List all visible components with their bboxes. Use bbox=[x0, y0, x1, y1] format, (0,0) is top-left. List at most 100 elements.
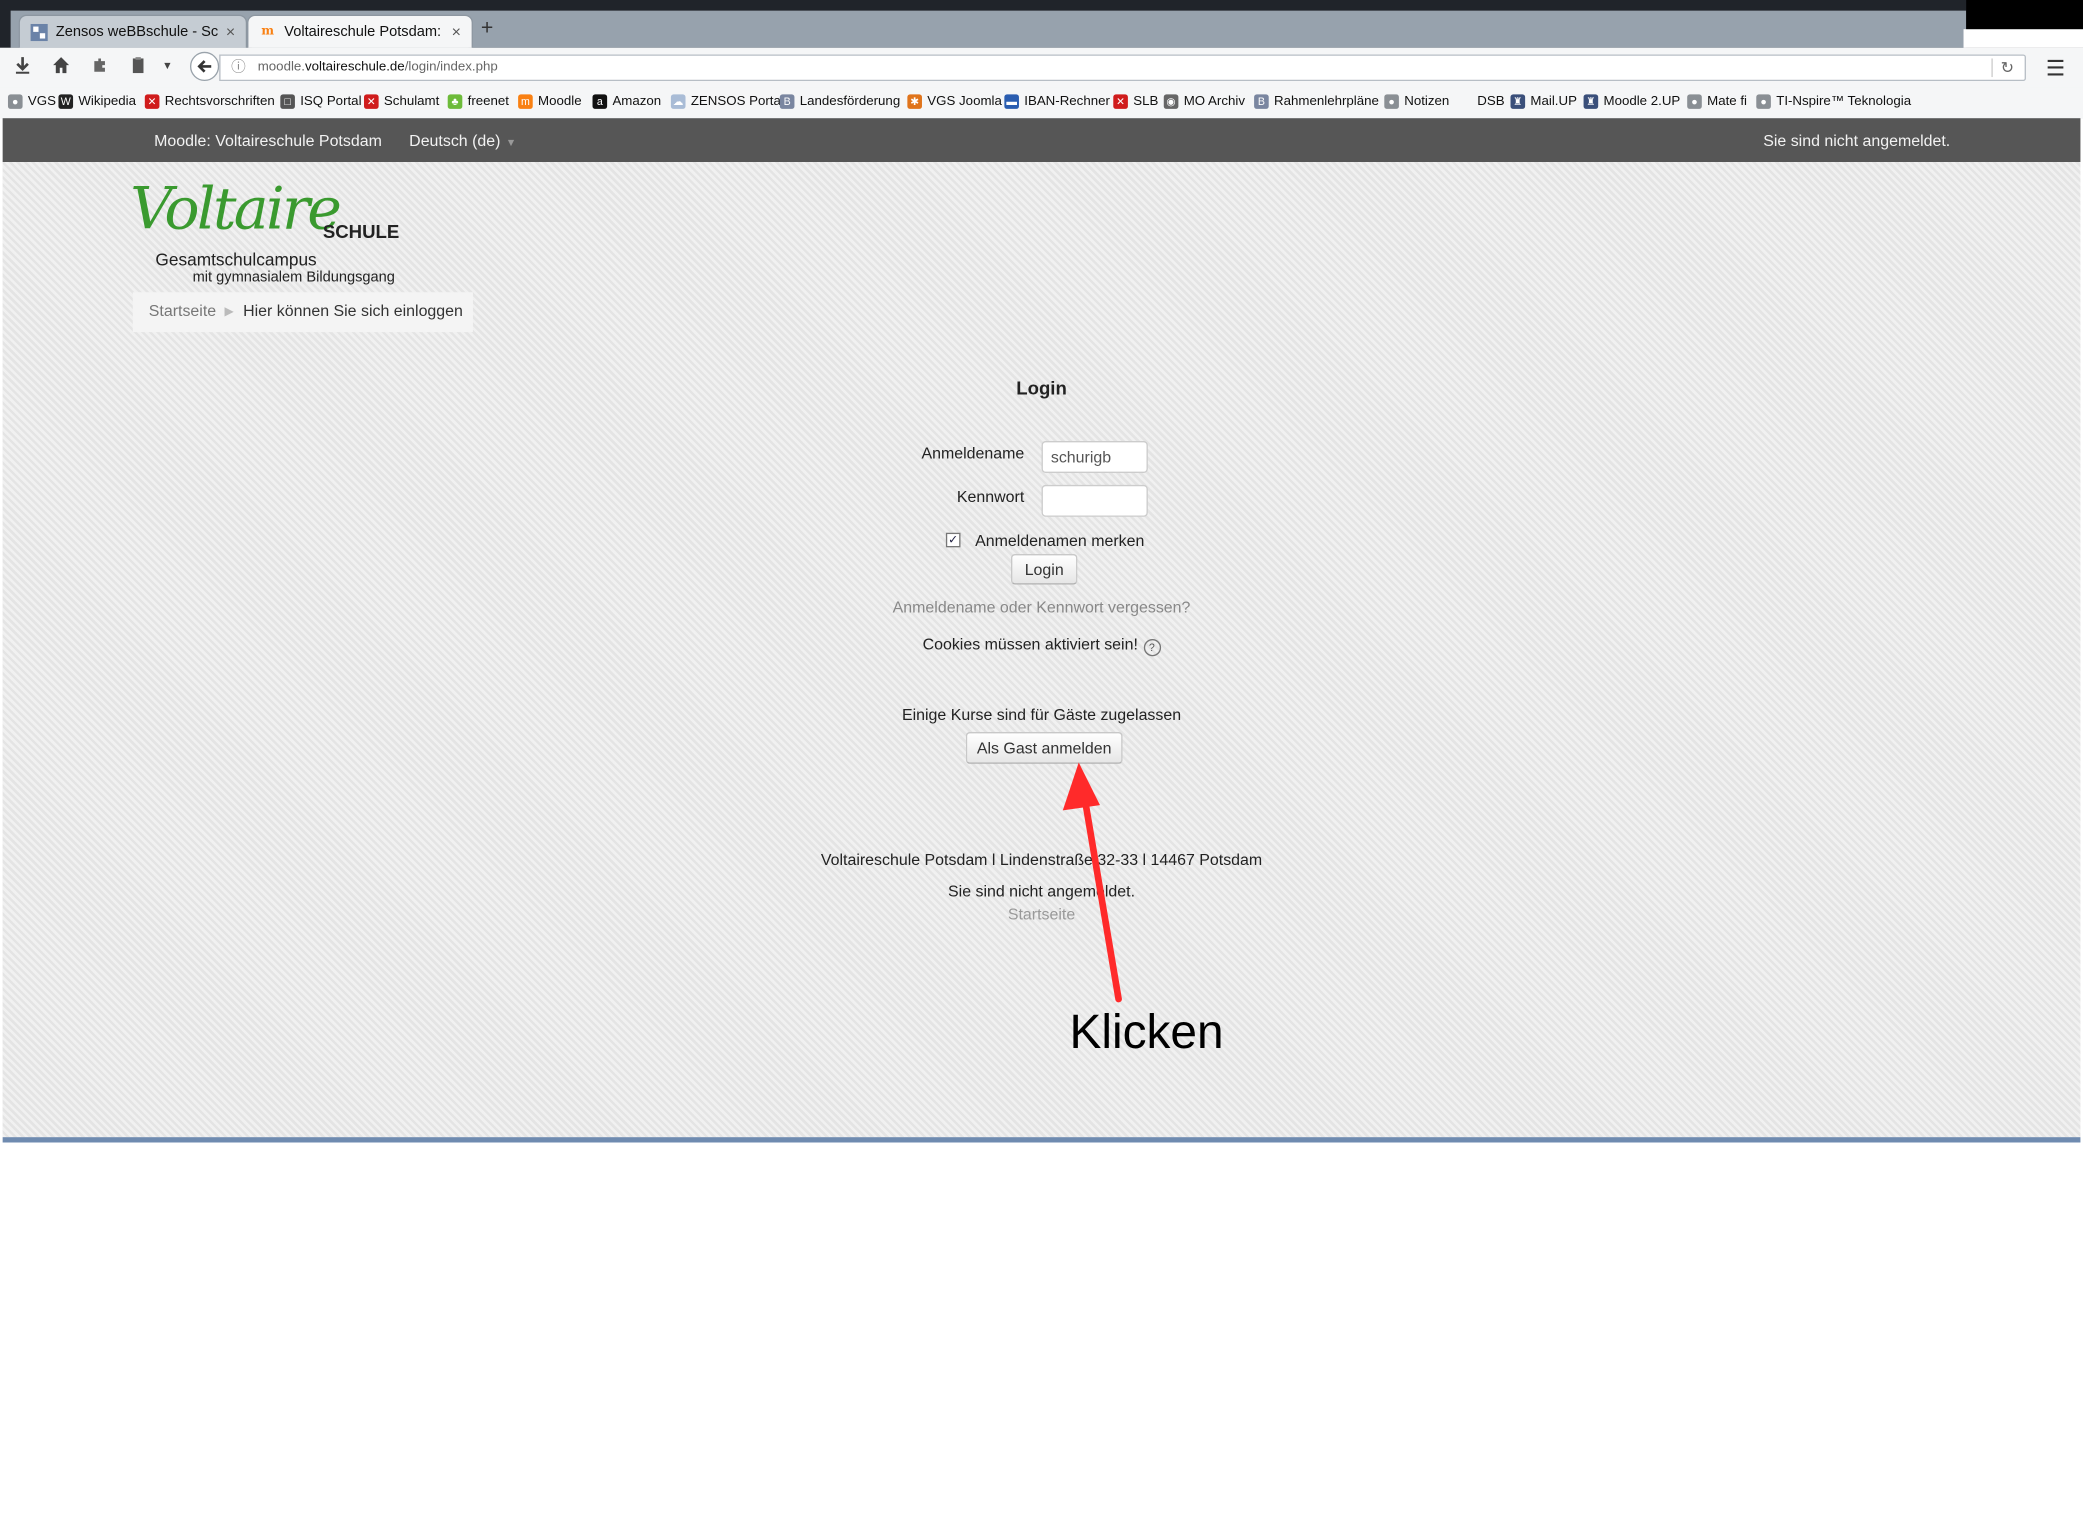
bookmark-label: DSB bbox=[1477, 94, 1505, 109]
bookmark-label: Mail.UP bbox=[1530, 94, 1577, 109]
bookmark-label: Rechtsvorschriften bbox=[164, 94, 275, 109]
navigation-bar: ▼ ⓘ moodle.voltaireschule.de/login/index… bbox=[0, 47, 2083, 88]
url-text: moodle.voltaireschule.de/login/index.php bbox=[257, 59, 498, 75]
remember-username-label[interactable]: Anmeldenamen merken bbox=[975, 531, 1144, 550]
zensos-favicon-icon bbox=[30, 23, 48, 41]
logo-line-1: Gesamtschulcampus bbox=[155, 249, 317, 270]
info-icon[interactable]: ⓘ bbox=[231, 56, 246, 80]
tab-close-icon[interactable]: × bbox=[452, 23, 461, 42]
tab-zensos[interactable]: Zensos weBBschule - Schül... × bbox=[18, 14, 248, 48]
bookmark-item[interactable]: B Landesförderung bbox=[779, 94, 900, 109]
logo-line-2: mit gymnasialem Bildungsgang bbox=[192, 269, 395, 286]
bbb-icon: B bbox=[779, 94, 795, 109]
page-content: Voltaire SCHULE Gesamtschulcampus mit gy… bbox=[2, 162, 2081, 1138]
site-name-link[interactable]: Moodle: Voltaireschule Potsdam bbox=[154, 132, 382, 151]
bookmark-label: Moodle bbox=[538, 94, 582, 109]
bookmark-item[interactable]: m Moodle bbox=[518, 94, 582, 109]
bookmark-item[interactable]: B Rahmenlehrpläne bbox=[1254, 94, 1379, 109]
bank-icon: ▬ bbox=[1004, 94, 1019, 109]
username-label: Anmeldename bbox=[921, 443, 1025, 463]
moodle-navbar: Moodle: Voltaireschule Potsdam Deutsch (… bbox=[2, 118, 2081, 163]
password-input[interactable] bbox=[1041, 484, 1148, 517]
bookmark-item[interactable]: ♜ Mail.UP bbox=[1510, 94, 1577, 109]
tab-bar: Zensos weBBschule - Schül... × m Voltair… bbox=[0, 0, 2083, 48]
bookmark-item[interactable]: ● Notizen bbox=[1384, 94, 1449, 109]
help-icon[interactable]: ? bbox=[1143, 639, 1161, 657]
footer-address: Voltaireschule Potsdam l Lindenstraße 32… bbox=[820, 850, 1263, 869]
red-square-icon: ✕ bbox=[364, 94, 379, 109]
home-icon[interactable] bbox=[49, 56, 73, 79]
bbb-icon: B bbox=[1254, 94, 1269, 109]
bookmark-label: VGS Joomla bbox=[927, 94, 1002, 109]
window-corner bbox=[1966, 0, 2083, 30]
new-tab-button[interactable]: + bbox=[481, 17, 493, 41]
login-status: Sie sind nicht angemeldet. bbox=[1763, 131, 1951, 151]
back-arrow-icon bbox=[197, 60, 212, 73]
language-menu[interactable]: Deutsch (de) ▼ bbox=[409, 132, 516, 151]
address-bar[interactable]: ⓘ moodle.voltaireschule.de/login/index.p… bbox=[219, 54, 2026, 82]
bookmark-label: MO Archiv bbox=[1183, 94, 1245, 109]
bookmark-item[interactable]: ✕ Schulamt bbox=[364, 94, 439, 109]
cloud-icon: ☁ bbox=[670, 94, 686, 109]
bookmark-item[interactable]: ● Mate fi bbox=[1687, 94, 1747, 109]
bookmark-item[interactable]: ✕ SLB bbox=[1113, 94, 1158, 109]
addon-icon[interactable] bbox=[88, 56, 112, 79]
hamburger-menu-icon[interactable]: ☰ bbox=[2046, 56, 2065, 83]
forgot-password-link[interactable]: Anmeldename oder Kennwort vergessen? bbox=[3, 598, 2081, 617]
footer-home-link[interactable]: Startseite bbox=[3, 905, 2081, 924]
bookmark-item[interactable]: ◉ MO Archiv bbox=[1163, 94, 1245, 109]
moodle-icon: m bbox=[518, 94, 533, 109]
bookmark-item[interactable]: ♜ Moodle 2.UP bbox=[1583, 94, 1681, 109]
castle-icon: ♜ bbox=[1583, 94, 1599, 109]
bookmark-label: TI-Nspire™ Teknologia bbox=[1776, 94, 1912, 109]
globe-icon: ● bbox=[1687, 94, 1702, 109]
leaf-icon: ♣ bbox=[447, 94, 463, 109]
bookmark-label: ZENSOS Portal bbox=[690, 94, 784, 109]
clipboard-icon[interactable] bbox=[126, 56, 150, 79]
back-button[interactable] bbox=[189, 51, 220, 82]
bookmark-label: freenet bbox=[467, 94, 510, 109]
bookmark-item[interactable]: ● VGS bbox=[7, 94, 56, 109]
window-corner-light bbox=[1963, 29, 2083, 48]
language-label: Deutsch (de) bbox=[409, 131, 501, 151]
username-input[interactable] bbox=[1041, 441, 1148, 473]
breadcrumb: Startseite ▶ Hier können Sie sich einlog… bbox=[132, 292, 473, 333]
bookmark-label: Rahmenlehrpläne bbox=[1274, 94, 1379, 109]
bookmark-item[interactable]: ♣ freenet bbox=[447, 94, 510, 109]
bookmark-item[interactable]: ● TI-Nspire™ Teknologia bbox=[1756, 94, 1911, 109]
bookmark-item[interactable]: W Wikipedia bbox=[58, 94, 136, 109]
browser-window: Zensos weBBschule - Schül... × m Voltair… bbox=[0, 0, 2083, 1143]
bookmark-item[interactable]: DSB bbox=[1477, 94, 1504, 109]
bookmark-item[interactable]: □ ISQ Portal bbox=[280, 94, 362, 109]
bookmark-item[interactable]: ☁ ZENSOS Portal bbox=[670, 94, 784, 109]
reload-icon[interactable]: ↻ bbox=[2001, 56, 2014, 80]
password-label: Kennwort bbox=[956, 487, 1025, 507]
logo-suffix: SCHULE bbox=[322, 220, 400, 242]
bookmark-item[interactable]: ✕ Rechtsvorschriften bbox=[144, 94, 275, 109]
bookmark-label: Mate fi bbox=[1707, 94, 1747, 109]
guest-login-button[interactable]: Als Gast anmelden bbox=[965, 732, 1123, 764]
breadcrumb-separator-icon: ▶ bbox=[224, 304, 234, 318]
bookmark-label: SLB bbox=[1133, 94, 1159, 109]
remember-username-checkbox[interactable]: ✓ bbox=[945, 532, 961, 548]
school-logo[interactable]: Voltaire SCHULE Gesamtschulcampus mit gy… bbox=[130, 176, 409, 297]
annotation-label: Klicken bbox=[1069, 1004, 1224, 1059]
red-square-icon: ✕ bbox=[1113, 94, 1128, 109]
tab-close-icon[interactable]: × bbox=[226, 23, 235, 42]
bookmark-item[interactable]: a Amazon bbox=[592, 94, 661, 109]
owl-icon: ◉ bbox=[1163, 94, 1179, 109]
bookmark-item[interactable]: ✱ VGS Joomla bbox=[907, 94, 1002, 109]
login-button[interactable]: Login bbox=[1010, 553, 1078, 585]
bookmark-label: Moodle 2.UP bbox=[1603, 94, 1681, 109]
download-icon[interactable] bbox=[11, 56, 35, 79]
bookmark-label: Notizen bbox=[1404, 94, 1450, 109]
bookmark-label: Wikipedia bbox=[78, 94, 136, 109]
breadcrumb-home-link[interactable]: Startseite bbox=[149, 292, 216, 329]
bookmark-item[interactable]: ▬ IBAN-Rechner bbox=[1004, 94, 1110, 109]
tab-voltaireschule[interactable]: m Voltaireschule Potsdam: Hi... × bbox=[247, 14, 473, 48]
chevron-down-icon[interactable]: ▼ bbox=[155, 60, 179, 72]
moodle-favicon-icon: m bbox=[261, 25, 275, 39]
caret-down-icon: ▼ bbox=[505, 136, 517, 149]
breadcrumb-current: Hier können Sie sich einloggen bbox=[243, 301, 463, 321]
cookies-text: Cookies müssen aktiviert sein! bbox=[922, 635, 1138, 654]
